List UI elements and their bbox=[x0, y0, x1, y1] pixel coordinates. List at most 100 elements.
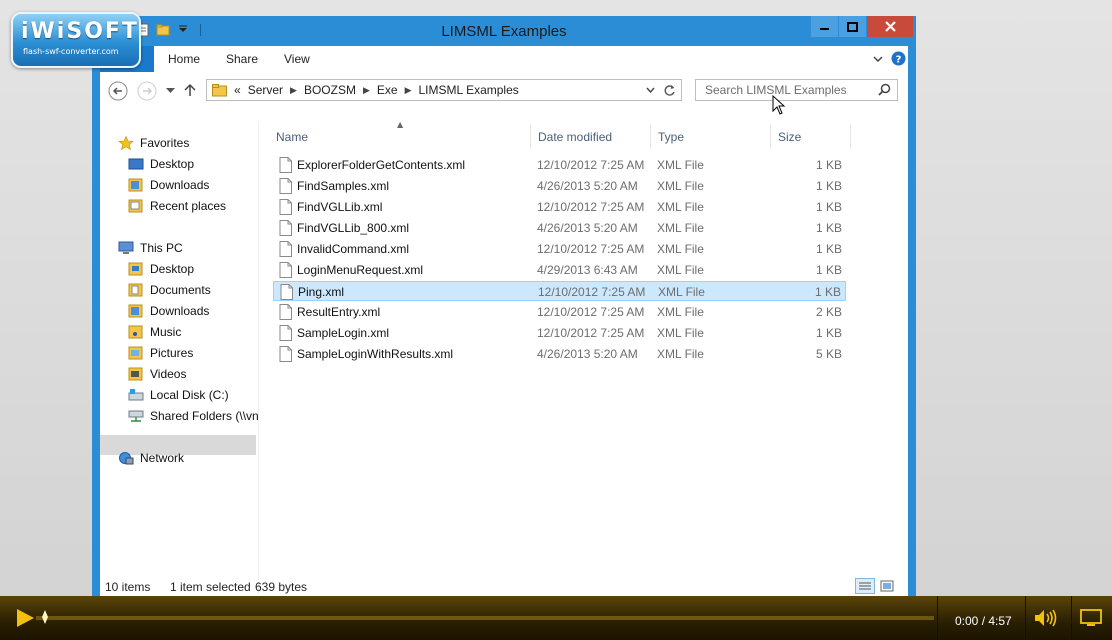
file-date-modified: 4/26/2013 5:20 AM bbox=[537, 347, 638, 361]
breadcrumb-separator-icon[interactable]: ▶ bbox=[290, 85, 297, 96]
xml-file-icon bbox=[279, 220, 292, 236]
search-input[interactable]: Search LIMSML Examples bbox=[695, 79, 898, 101]
file-date-modified: 4/29/2013 6:43 AM bbox=[537, 263, 638, 277]
column-header-type[interactable]: Type bbox=[651, 125, 771, 149]
nav-item-documents[interactable]: Documents bbox=[128, 279, 211, 300]
up-arrow-icon[interactable] bbox=[184, 83, 196, 97]
tab-share[interactable]: Share bbox=[226, 52, 258, 66]
recent-locations-icon[interactable] bbox=[166, 88, 175, 94]
address-dropdown-icon[interactable] bbox=[646, 87, 655, 93]
file-size: 5 KB bbox=[815, 347, 842, 361]
file-type: XML File bbox=[658, 285, 705, 299]
file-row[interactable]: ExplorerFolderGetContents.xml 12/10/2012 … bbox=[273, 155, 846, 175]
status-selection: 1 item selected bbox=[170, 580, 251, 594]
xml-file-icon bbox=[279, 157, 292, 173]
title-bar[interactable]: LIMSML Examples bbox=[92, 16, 916, 46]
maximize-button[interactable] bbox=[839, 16, 866, 37]
xml-file-icon bbox=[279, 241, 292, 257]
nav-item-recent-places[interactable]: Recent places bbox=[128, 195, 226, 216]
play-icon[interactable] bbox=[15, 608, 35, 628]
column-header-name[interactable]: Name bbox=[269, 125, 531, 149]
xml-file-icon bbox=[279, 325, 292, 341]
breadcrumb-separator-icon[interactable]: ▶ bbox=[363, 85, 370, 96]
column-header-size[interactable]: Size bbox=[771, 125, 851, 149]
player-divider bbox=[1025, 596, 1026, 640]
help-icon[interactable]: ? bbox=[891, 51, 906, 66]
tab-view[interactable]: View bbox=[284, 52, 310, 66]
ribbon-expand-icon[interactable] bbox=[873, 55, 883, 63]
nav-item-downloads[interactable]: Downloads bbox=[128, 174, 209, 195]
logo-brand: iWiSOFT bbox=[21, 19, 139, 44]
nav-item-music[interactable]: Music bbox=[128, 321, 181, 342]
logo-url: flash-swf-converter.com bbox=[23, 47, 119, 56]
pane-splitter[interactable] bbox=[258, 122, 259, 594]
volume-icon[interactable] bbox=[1033, 608, 1061, 628]
nav-item-desktop[interactable]: Desktop bbox=[128, 153, 194, 174]
file-type: XML File bbox=[657, 326, 704, 340]
nav-item-desktop[interactable]: Desktop bbox=[128, 258, 194, 279]
xml-file-icon bbox=[279, 346, 292, 362]
nav-item-shared-folders[interactable]: Shared Folders (\\vn bbox=[128, 405, 259, 426]
minimize-icon bbox=[819, 27, 829, 30]
close-button[interactable] bbox=[867, 16, 913, 37]
file-date-modified: 4/26/2013 5:20 AM bbox=[537, 221, 638, 235]
back-button[interactable] bbox=[108, 81, 128, 101]
breadcrumb-server[interactable]: Server bbox=[248, 83, 283, 97]
file-size: 2 KB bbox=[815, 305, 842, 319]
column-header-date[interactable]: Date modified bbox=[531, 125, 651, 149]
search-icon[interactable] bbox=[878, 83, 891, 96]
breadcrumb-limsml-examples[interactable]: LIMSML Examples bbox=[419, 83, 519, 97]
file-size: 1 KB bbox=[815, 200, 842, 214]
file-row[interactable]: Ping.xml 12/10/2012 7:25 AM XML File 1 KB bbox=[273, 281, 846, 301]
nav-label: Shared Folders (\\vn bbox=[150, 408, 259, 423]
nav-network[interactable]: Network bbox=[118, 447, 184, 468]
network-icon bbox=[119, 451, 134, 464]
file-name: Ping.xml bbox=[298, 285, 345, 299]
file-date-modified: 12/10/2012 7:25 AM bbox=[537, 200, 645, 214]
file-name: ResultEntry.xml bbox=[297, 305, 381, 319]
tab-home[interactable]: Home bbox=[168, 52, 200, 66]
explorer-client-area: « Server ▶ BOOZSM ▶ Exe ▶ LIMSML Example… bbox=[100, 72, 908, 598]
nav-label: This PC bbox=[140, 240, 183, 255]
progress-knob[interactable] bbox=[42, 610, 48, 624]
file-date-modified: 12/10/2012 7:25 AM bbox=[538, 285, 646, 299]
file-type: XML File bbox=[657, 200, 704, 214]
file-name: LoginMenuRequest.xml bbox=[297, 263, 424, 277]
refresh-icon[interactable] bbox=[663, 84, 676, 97]
nav-item-videos[interactable]: Videos bbox=[128, 363, 186, 384]
nav-item-downloads[interactable]: Downloads bbox=[128, 300, 209, 321]
drive-icon bbox=[128, 388, 144, 400]
details-view-icon[interactable] bbox=[855, 578, 875, 594]
fullscreen-icon[interactable] bbox=[1080, 608, 1102, 628]
file-row[interactable]: SampleLoginWithResults.xml 4/26/2013 5:20… bbox=[273, 344, 846, 364]
ribbon-tabs: File Home Share View ? bbox=[100, 46, 908, 73]
breadcrumb-boozsm[interactable]: BOOZSM bbox=[304, 83, 356, 97]
file-row[interactable]: SampleLogin.xml 12/10/2012 7:25 AM XML Fil… bbox=[273, 323, 846, 343]
file-row[interactable]: FindVGLLib.xml 12/10/2012 7:25 AM XML File… bbox=[273, 197, 846, 217]
file-row[interactable]: InvalidCommand.xml 12/10/2012 7:25 AM XML … bbox=[273, 239, 846, 259]
nav-this-pc[interactable]: This PC bbox=[118, 237, 183, 258]
breadcrumb-separator-icon[interactable]: ▶ bbox=[405, 85, 412, 96]
progress-track[interactable] bbox=[36, 616, 934, 620]
file-row[interactable]: FindSamples.xml 4/26/2013 5:20 AM XML File… bbox=[273, 176, 846, 196]
breadcrumb-exe[interactable]: Exe bbox=[377, 83, 398, 97]
nav-favorites[interactable]: Favorites bbox=[118, 132, 189, 153]
breadcrumb-overflow[interactable]: « bbox=[234, 83, 241, 97]
nav-label: Downloads bbox=[150, 177, 210, 192]
file-row[interactable]: LoginMenuRequest.xml 4/29/2013 6:43 AM XML… bbox=[273, 260, 846, 280]
file-type: XML File bbox=[657, 158, 704, 172]
videos-folder-icon bbox=[128, 367, 143, 380]
file-row[interactable]: FindVGLLib_800.xml 4/26/2013 5:20 AM XML F… bbox=[273, 218, 846, 238]
folder-icon bbox=[212, 84, 227, 97]
nav-item-pictures[interactable]: Pictures bbox=[128, 342, 193, 363]
file-size: 1 KB bbox=[814, 285, 841, 299]
nav-item-local-disk[interactable]: Local Disk (C:) bbox=[128, 384, 229, 405]
minimize-button[interactable] bbox=[811, 16, 838, 37]
forward-button[interactable] bbox=[137, 81, 157, 101]
file-type: XML File bbox=[657, 221, 704, 235]
address-bar[interactable]: « Server ▶ BOOZSM ▶ Exe ▶ LIMSML Example… bbox=[206, 79, 682, 101]
time-display: 0:00 / 4:57 bbox=[955, 614, 1012, 628]
nav-label: Videos bbox=[150, 366, 187, 381]
large-icons-view-icon[interactable] bbox=[877, 578, 897, 594]
file-row[interactable]: ResultEntry.xml 12/10/2012 7:25 AM XML Fil… bbox=[273, 302, 846, 322]
